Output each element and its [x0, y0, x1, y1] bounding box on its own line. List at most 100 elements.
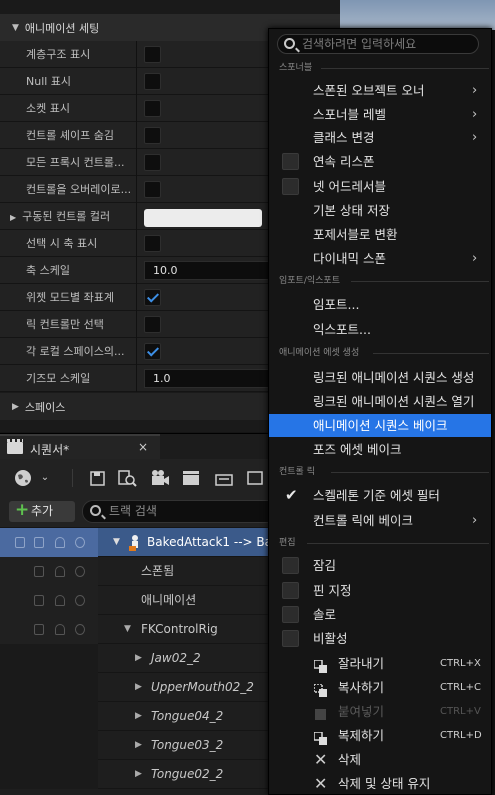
pin-icon[interactable]: [15, 537, 25, 548]
show-axes-on-selection-checkbox[interactable]: [144, 235, 161, 252]
lock-checkbox[interactable]: [282, 557, 299, 574]
track-label: Jaw02_2: [151, 651, 201, 665]
menu-item-solo[interactable]: 솔로: [269, 603, 491, 626]
menu-item-skeleton-filter[interactable]: ✔ 스켈레톤 기준 에셋 필터: [269, 484, 491, 507]
track-row[interactable]: ▼ BakedAttack1 --> Bak: [0, 528, 279, 557]
menu-item-bake-to-control-rig[interactable]: 컨트롤 릭에 베이크 ›: [269, 509, 491, 532]
track-row[interactable]: ▶ UpperMouth02_2: [0, 673, 270, 702]
expand-arrow-icon: ▶: [12, 401, 19, 412]
track-row[interactable]: ▼ FKControlRig: [0, 615, 270, 644]
menu-item-open-linked-seq[interactable]: 링크된 애니메이션 시퀀스 열기: [269, 390, 491, 413]
pin-checkbox[interactable]: [282, 582, 299, 599]
world-icon[interactable]: [13, 468, 33, 488]
disable-icon[interactable]: [75, 624, 85, 635]
menu-item-net-addressable[interactable]: 넷 어드레서블: [269, 175, 491, 198]
menu-item-spawnable-level[interactable]: 스포너블 레벨 ›: [269, 103, 491, 126]
menu-item-export[interactable]: 익스포트...: [269, 318, 491, 341]
menu-item-cut[interactable]: 잘라내기 CTRL+X: [269, 652, 491, 675]
track-label: FKControlRig: [141, 622, 218, 636]
controls-overlay-checkbox[interactable]: [144, 181, 161, 198]
clapper-settings-icon[interactable]: [214, 468, 234, 488]
expand-arrow-icon[interactable]: ▶: [135, 673, 142, 702]
track-row[interactable]: ▶ Jaw02_2: [0, 644, 270, 673]
menu-label: 익스포트...: [313, 322, 371, 337]
menu-item-copy[interactable]: 복사하기 CTRL+C: [269, 676, 491, 699]
menu-item-duplicate[interactable]: 복제하기 CTRL+D: [269, 724, 491, 747]
driven-control-color-swatch[interactable]: [144, 209, 262, 227]
coord-system-per-widget-checkbox[interactable]: [144, 289, 161, 306]
viewport-preview[interactable]: [340, 0, 495, 30]
headphones-icon[interactable]: [55, 537, 65, 548]
close-tab-button[interactable]: ×: [138, 440, 148, 454]
expand-arrow-icon[interactable]: ▼: [124, 615, 131, 644]
find-asset-icon[interactable]: [117, 468, 137, 488]
menu-label: 링크된 애니메이션 시퀀스 열기: [313, 394, 475, 409]
deactivate-checkbox[interactable]: [282, 630, 299, 647]
disable-icon[interactable]: [75, 566, 85, 577]
menu-item-paste[interactable]: 붙여넣기 CTRL+V: [269, 700, 491, 723]
menu-item-delete[interactable]: ✕ 삭제: [269, 748, 491, 771]
show-hierarchy-checkbox[interactable]: [144, 46, 161, 63]
hide-control-shapes-checkbox[interactable]: [144, 127, 161, 144]
menu-item-delete-keep-state[interactable]: ✕ 삭제 및 상태 유지: [269, 772, 491, 795]
chevron-down-icon[interactable]: ⌄: [35, 468, 55, 488]
expand-arrow-icon[interactable]: ▶: [135, 702, 142, 731]
expand-arrow-icon[interactable]: ▶: [135, 731, 142, 760]
track-row[interactable]: ▶ Tongue03_2: [0, 731, 270, 760]
camera-icon[interactable]: [150, 468, 170, 488]
continuous-respawn-checkbox[interactable]: [282, 153, 299, 170]
menu-item-convert-possessable[interactable]: 포제서블로 변환: [269, 223, 491, 246]
menu-label: 붙여넣기: [338, 704, 385, 719]
add-track-button[interactable]: + 추가: [9, 500, 75, 522]
menu-item-spawned-owner[interactable]: 스폰된 오브젝트 오너 ›: [269, 79, 491, 102]
solo-checkbox[interactable]: [282, 606, 299, 623]
track-row[interactable]: 스폰됨: [0, 557, 270, 586]
disable-icon[interactable]: [75, 595, 85, 606]
menu-item-lock[interactable]: 잠김: [269, 554, 491, 577]
menu-item-bake-pose-asset[interactable]: 포즈 에셋 베이크: [269, 438, 491, 461]
track-row[interactable]: 애니메이션: [0, 586, 270, 615]
menu-item-change-class[interactable]: 클래스 변경 ›: [269, 126, 491, 149]
track-controls: [0, 673, 98, 702]
all-proxy-controls-checkbox[interactable]: [144, 154, 161, 171]
show-sockets-checkbox[interactable]: [144, 100, 161, 117]
save-icon[interactable]: [88, 468, 108, 488]
lock-icon[interactable]: [34, 566, 44, 577]
menu-item-create-linked-seq[interactable]: 링크된 애니메이션 시퀀스 생성: [269, 366, 491, 389]
disable-icon[interactable]: [75, 537, 85, 548]
playback-icon[interactable]: [246, 468, 266, 488]
menu-item-bake-anim-seq[interactable]: 애니메이션 시퀀스 베이크: [269, 414, 491, 437]
render-movie-icon[interactable]: [181, 468, 201, 488]
select-rig-controls-only-checkbox[interactable]: [144, 316, 161, 333]
section-title: 컨트롤 릭: [279, 467, 315, 477]
lock-icon[interactable]: [34, 624, 44, 635]
menu-item-import[interactable]: 임포트...: [269, 293, 491, 316]
prop-label: 컨트롤을 오버레이로...: [26, 183, 132, 196]
track-row[interactable]: ▶ Tongue02_2: [0, 760, 270, 789]
headphones-icon[interactable]: [55, 595, 65, 606]
prop-label[interactable]: ▶ 구동된 컨트롤 컬러: [0, 203, 136, 230]
gizmo-scale-input[interactable]: 1.0: [144, 369, 269, 388]
expand-arrow-icon[interactable]: ▶: [135, 760, 142, 789]
menu-item-continuous-respawn[interactable]: 연속 리스폰: [269, 150, 491, 173]
expand-arrow-icon[interactable]: ▶: [135, 644, 142, 673]
track-search-input[interactable]: 트랙 검색: [82, 500, 282, 523]
menu-item-pin[interactable]: 핀 지정: [269, 579, 491, 602]
net-addressable-checkbox[interactable]: [282, 178, 299, 195]
sequencer-tab[interactable]: 시퀀서* ×: [0, 434, 160, 460]
copy-icon: [313, 681, 327, 697]
headphones-icon[interactable]: [55, 624, 65, 635]
menu-item-save-default-state[interactable]: 기본 상태 저장: [269, 199, 491, 222]
track-row[interactable]: ▶ Tongue04_2: [0, 702, 270, 731]
expand-arrow-icon[interactable]: ▼: [113, 528, 120, 557]
headphones-icon[interactable]: [55, 566, 65, 577]
menu-search-input[interactable]: 검색하려면 입력하세요: [277, 34, 479, 54]
axis-scale-input[interactable]: 10.0: [144, 261, 269, 280]
lock-icon[interactable]: [34, 595, 44, 606]
show-null-checkbox[interactable]: [144, 73, 161, 90]
local-space-checkbox[interactable]: [144, 343, 161, 360]
track-tree: ▼ BakedAttack1 --> Bak 스폰됨 애니메이션 ▼ FKCon…: [0, 528, 279, 795]
lock-icon[interactable]: [34, 537, 44, 548]
menu-item-deactivate[interactable]: 비활성: [269, 627, 491, 650]
menu-item-dynamic-spawn[interactable]: 다이내믹 스폰 ›: [269, 247, 491, 270]
